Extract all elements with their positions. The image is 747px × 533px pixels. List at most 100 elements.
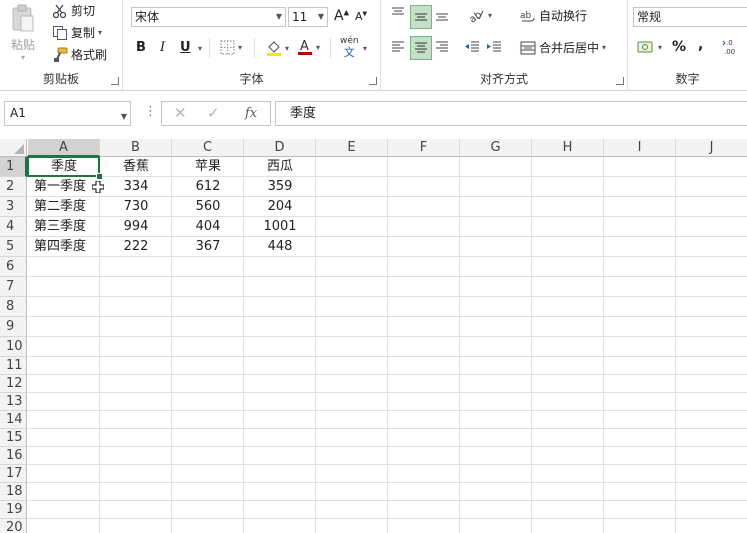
chevron-down-icon[interactable]: ▾ <box>198 44 202 53</box>
format-painter-button[interactable]: 格式刷 <box>52 46 107 63</box>
row-header-12[interactable]: 12 <box>0 375 27 393</box>
row-header-7[interactable]: 7 <box>0 277 27 297</box>
row-header-10[interactable]: 10 <box>0 337 27 357</box>
cell-b1[interactable]: 香蕉 <box>100 157 172 177</box>
fill-color-button[interactable]: ▾ <box>266 39 289 57</box>
cell-b3[interactable]: 730 <box>100 197 172 217</box>
more-options-icon[interactable]: ⋮ <box>144 104 157 119</box>
paste-button[interactable]: 粘贴 ▾ <box>10 4 36 62</box>
enter-check-icon[interactable]: ✓ <box>207 104 220 122</box>
align-right-button[interactable] <box>434 39 450 55</box>
cell-c3[interactable]: 560 <box>172 197 244 217</box>
row-header-18[interactable]: 18 <box>0 483 27 501</box>
column-header-g[interactable]: G <box>460 139 532 157</box>
italic-button[interactable]: I <box>160 40 165 55</box>
merge-cells-icon <box>520 40 536 56</box>
row-header-14[interactable]: 14 <box>0 411 27 429</box>
align-left-button[interactable] <box>390 39 406 55</box>
row-header-13[interactable]: 13 <box>0 393 27 411</box>
row-header-11[interactable]: 11 <box>0 357 27 375</box>
font-size-dropdown[interactable]: 11 ▼ <box>288 7 328 27</box>
wrap-text-button[interactable]: ab 自动换行 <box>520 7 587 24</box>
copy-button[interactable]: 复制 ▾ <box>52 24 102 41</box>
column-header-j[interactable]: J <box>676 139 747 157</box>
font-color-button[interactable]: A ▾ <box>297 38 320 56</box>
row-header-15[interactable]: 15 <box>0 429 27 447</box>
increase-font-size-button[interactable]: A▲ <box>334 8 349 24</box>
bottom-align-button[interactable] <box>434 6 450 22</box>
cell-d3[interactable]: 204 <box>244 197 316 217</box>
cell-b4[interactable]: 994 <box>100 217 172 237</box>
decrease-font-size-button[interactable]: A▼ <box>355 10 367 23</box>
column-header-f[interactable]: F <box>388 139 460 157</box>
row-header-3[interactable]: 3 <box>0 197 27 217</box>
orientation-button[interactable]: ab ▾ <box>467 7 492 23</box>
row-header-17[interactable]: 17 <box>0 465 27 483</box>
column-header-b[interactable]: B <box>100 139 172 157</box>
merge-center-button[interactable]: 合并后居中 ▾ <box>520 39 606 56</box>
chevron-down-icon[interactable]: ▾ <box>363 44 367 53</box>
row-header-9[interactable]: 9 <box>0 317 27 337</box>
bold-button[interactable]: B <box>136 40 146 55</box>
insert-function-button[interactable]: fx <box>245 106 257 121</box>
cell-c1[interactable]: 苹果 <box>172 157 244 177</box>
clipboard-launcher-icon[interactable] <box>111 77 119 85</box>
cell-a5[interactable]: 第四季度 <box>28 237 100 257</box>
cut-button[interactable]: 剪切 <box>52 2 95 19</box>
align-center-icon <box>414 41 428 55</box>
row-header-19[interactable]: 19 <box>0 501 27 519</box>
decrease-indent-button[interactable] <box>464 39 480 55</box>
font-name-dropdown[interactable]: 宋体 ▼ <box>131 7 286 27</box>
alignment-launcher-icon[interactable] <box>616 77 624 85</box>
column-header-c[interactable]: C <box>172 139 244 157</box>
cell-c4[interactable]: 404 <box>172 217 244 237</box>
formula-input[interactable]: 季度 <box>275 101 747 126</box>
column-header-h[interactable]: H <box>532 139 604 157</box>
column-header-i[interactable]: I <box>604 139 676 157</box>
row-header-4[interactable]: 4 <box>0 217 27 237</box>
cell-a3[interactable]: 第二季度 <box>28 197 100 217</box>
column-header-d[interactable]: D <box>244 139 316 157</box>
cell-b2[interactable]: 334 <box>100 177 172 197</box>
row-header-5[interactable]: 5 <box>0 237 27 257</box>
cell-d5[interactable]: 448 <box>244 237 316 257</box>
font-group-label: 字体 <box>239 72 264 86</box>
row-header-16[interactable]: 16 <box>0 447 27 465</box>
align-left-icon <box>390 39 406 55</box>
number-format-dropdown[interactable]: 常规 <box>633 7 747 27</box>
column-header-a[interactable]: A <box>28 139 100 157</box>
font-launcher-icon[interactable] <box>369 77 377 85</box>
row-header-1[interactable]: 1 <box>0 157 27 177</box>
select-all-corner[interactable] <box>0 139 27 157</box>
cell-d1[interactable]: 西瓜 <box>244 157 316 177</box>
column-header-e[interactable]: E <box>316 139 388 157</box>
row-header-20[interactable]: 20 <box>0 519 27 533</box>
cancel-icon[interactable]: ✕ <box>174 104 187 122</box>
name-box[interactable]: A1 ▼ <box>4 101 131 126</box>
column-gridline <box>387 157 388 533</box>
increase-decimal-button[interactable]: .0.00 <box>722 38 742 56</box>
border-icon <box>220 40 235 55</box>
comma-style-button[interactable]: , <box>698 37 703 53</box>
cell-d4[interactable]: 1001 <box>244 217 316 237</box>
top-align-button[interactable] <box>390 6 406 22</box>
cell-a2[interactable]: 第一季度 <box>28 177 100 197</box>
cell-a4[interactable]: 第三季度 <box>28 217 100 237</box>
accounting-format-button[interactable]: ▾ <box>637 39 662 55</box>
cell-c2[interactable]: 612 <box>172 177 244 197</box>
copy-label: 复制 <box>71 26 96 40</box>
row-header-2[interactable]: 2 <box>0 177 27 197</box>
row-header-6[interactable]: 6 <box>0 257 27 277</box>
fill-handle[interactable] <box>96 173 103 180</box>
cell-d2[interactable]: 359 <box>244 177 316 197</box>
phonetic-guide-button[interactable]: wén 文 <box>340 36 359 58</box>
row-header-8[interactable]: 8 <box>0 297 27 317</box>
cell-c5[interactable]: 367 <box>172 237 244 257</box>
border-button[interactable]: ▾ <box>220 40 242 55</box>
percent-style-button[interactable]: % <box>672 39 686 55</box>
cell-b5[interactable]: 222 <box>100 237 172 257</box>
align-center-button[interactable] <box>410 36 432 60</box>
middle-align-button[interactable] <box>410 5 432 29</box>
underline-button[interactable]: U <box>180 40 191 55</box>
increase-indent-button[interactable] <box>486 39 502 55</box>
